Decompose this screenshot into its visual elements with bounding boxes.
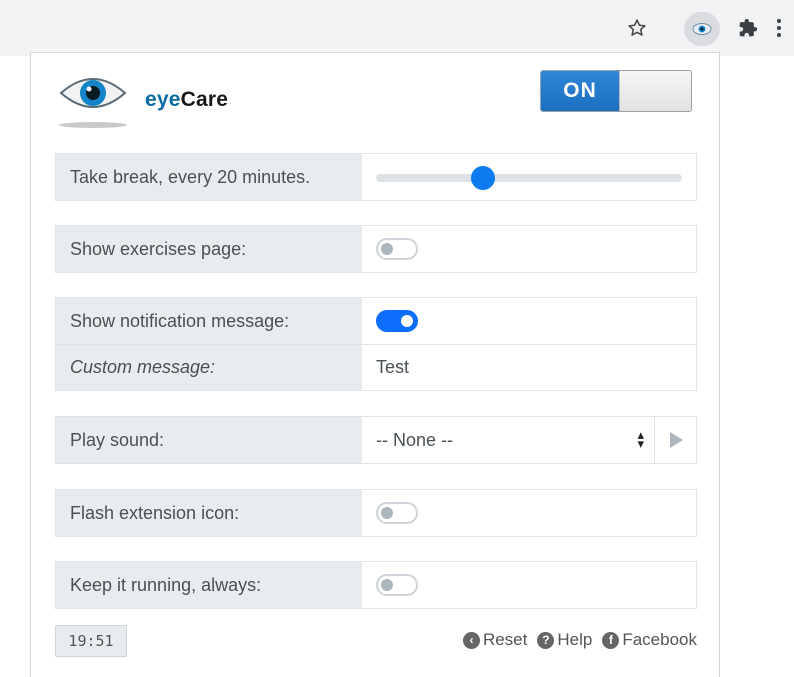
- keep-running-label: Keep it running, always:: [70, 574, 262, 595]
- eye-icon[interactable]: [684, 12, 720, 46]
- facebook-label: Facebook: [622, 630, 697, 649]
- play-sound-button[interactable]: [654, 417, 696, 463]
- custom-message-label: Custom message:: [56, 344, 362, 390]
- flash-toggle[interactable]: [376, 502, 418, 524]
- eye-logo-icon: [57, 71, 129, 129]
- break-setting: Take break, every 20 minutes.: [55, 153, 697, 201]
- toggle-knob: [381, 579, 393, 591]
- exercises-label: Show exercises page:: [70, 238, 247, 259]
- master-toggle-on-label: ON: [541, 71, 619, 111]
- puzzle-icon[interactable]: [733, 13, 763, 43]
- star-icon[interactable]: [622, 13, 652, 43]
- toggle-knob: [401, 315, 413, 327]
- select-arrows-icon: ▴ ▾: [637, 427, 644, 451]
- help-link[interactable]: ? Help: [537, 630, 592, 650]
- sound-setting: Play sound: -- None -- ▴ ▾: [55, 416, 697, 464]
- help-label: Help: [557, 630, 593, 649]
- break-label: Take break, every 20 minutes.: [70, 166, 311, 187]
- countdown-timer: 19:51: [55, 625, 127, 657]
- notification-toggle[interactable]: [376, 310, 418, 332]
- toggle-knob: [381, 243, 393, 255]
- sound-label: Play sound:: [70, 429, 165, 450]
- master-on-off-toggle[interactable]: ON: [540, 70, 692, 112]
- footer-links: ‹ Reset ? Help f Facebook: [453, 630, 697, 650]
- help-icon: ?: [537, 631, 555, 649]
- exercises-toggle[interactable]: [376, 238, 418, 260]
- app-name-prefix: eye: [145, 88, 181, 111]
- reset-link[interactable]: ‹ Reset: [462, 630, 528, 650]
- sound-select[interactable]: -- None -- ▴ ▾: [362, 417, 696, 463]
- toggle-knob: [381, 507, 393, 519]
- sound-select-value: -- None --: [376, 429, 454, 450]
- browser-toolbar: [0, 0, 794, 56]
- flash-label: Flash extension icon:: [70, 502, 240, 523]
- facebook-icon: f: [602, 631, 620, 649]
- custom-message-value: Test: [376, 357, 410, 377]
- exercises-setting: Show exercises page:: [55, 225, 697, 273]
- play-icon: [669, 432, 683, 448]
- notification-label: Show notification message:: [70, 310, 290, 331]
- notification-setting: Show notification message: Custom messag…: [55, 297, 697, 391]
- brand: eyeCare: [57, 71, 228, 129]
- master-toggle-handle: [619, 71, 691, 111]
- flash-setting: Flash extension icon:: [55, 489, 697, 537]
- slider-track: [376, 166, 682, 190]
- facebook-link[interactable]: f Facebook: [602, 630, 697, 650]
- keep-running-setting: Keep it running, always:: [55, 561, 697, 609]
- keep-running-toggle[interactable]: [376, 574, 418, 596]
- break-interval-slider[interactable]: [362, 154, 696, 200]
- slider-thumb[interactable]: [471, 166, 496, 190]
- app-name-suffix: Care: [180, 88, 229, 111]
- reset-icon: ‹: [462, 631, 480, 649]
- app-name: eyeCare: [145, 88, 228, 112]
- custom-message-input[interactable]: Test: [362, 344, 696, 390]
- more-vertical-icon[interactable]: [771, 13, 787, 43]
- footer: 19:51 ‹ Reset ? Help f Facebook: [55, 625, 697, 657]
- reset-label: Reset: [482, 630, 528, 649]
- extension-popup: eyeCare ON Take break, every 20 minutes.…: [30, 52, 720, 677]
